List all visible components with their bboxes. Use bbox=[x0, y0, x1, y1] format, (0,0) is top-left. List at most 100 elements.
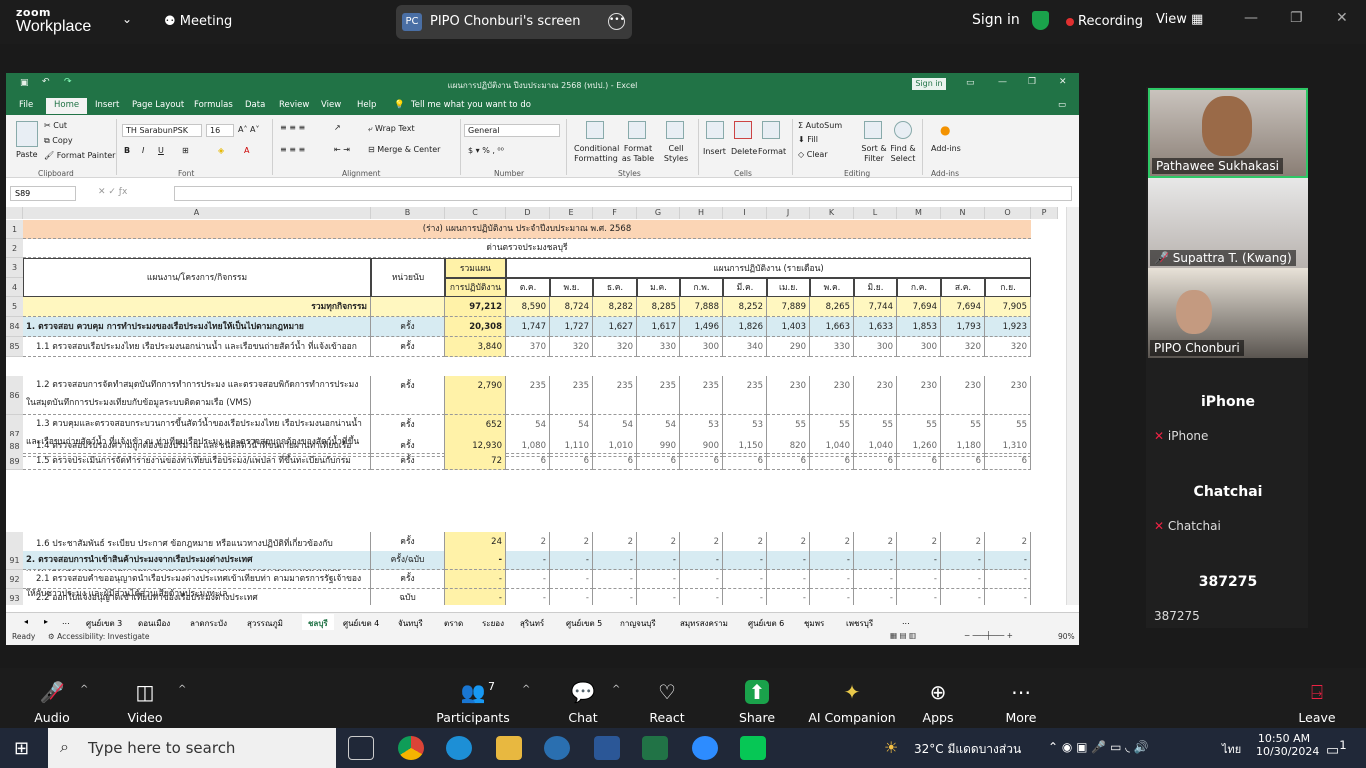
chrome-icon[interactable] bbox=[398, 736, 424, 760]
leave-icon[interactable]: ⍈ bbox=[1272, 680, 1362, 704]
menu-formulas[interactable]: Formulas bbox=[194, 100, 233, 110]
ai-sparkle-icon[interactable]: ✦ bbox=[807, 680, 897, 704]
excel-sign-in-button[interactable]: Sign in bbox=[912, 78, 946, 90]
sheet-tab[interactable]: จันทบุรี bbox=[398, 617, 423, 630]
sheet-tab[interactable]: กาญจนบุรี bbox=[620, 617, 656, 630]
align-left-icons[interactable]: ≡ ≡ ≡ bbox=[280, 145, 305, 154]
sign-in-button[interactable]: Sign in bbox=[972, 12, 1020, 28]
windows-start-icon[interactable]: ⊞ bbox=[14, 738, 29, 759]
chat-button[interactable]: Chat bbox=[538, 710, 628, 725]
column-header[interactable]: G bbox=[637, 207, 680, 219]
row-header[interactable]: 93 bbox=[6, 589, 23, 605]
fill-color-icon[interactable]: ◈ bbox=[218, 146, 224, 155]
row-header[interactable]: 1 bbox=[6, 220, 23, 239]
video-tile-3[interactable]: PIPO Chonburi bbox=[1148, 268, 1308, 358]
excel-close-icon[interactable]: ✕ bbox=[1059, 77, 1067, 87]
conditional-formatting-icon[interactable] bbox=[586, 121, 604, 139]
row-header[interactable]: 86 bbox=[6, 376, 23, 415]
sheet-tab[interactable]: ชุมพร bbox=[804, 617, 824, 630]
sheet-tab-ellipsis[interactable]: ... bbox=[902, 617, 910, 626]
column-header[interactable]: M bbox=[897, 207, 941, 219]
excel-icon[interactable] bbox=[642, 736, 668, 760]
menu-insert[interactable]: Insert bbox=[95, 100, 119, 110]
merge-center-button[interactable]: ⊟ Merge & Center bbox=[368, 145, 440, 154]
sheet-tab[interactable]: เพชรบุรี bbox=[846, 617, 873, 630]
participants-icon[interactable]: 👥 bbox=[428, 680, 518, 704]
column-header[interactable]: D bbox=[506, 207, 550, 219]
copy-button[interactable]: ⧉ Copy bbox=[44, 136, 73, 146]
column-header[interactable]: I bbox=[723, 207, 767, 219]
excel-restore-icon[interactable]: ❐ bbox=[1028, 77, 1036, 87]
row-header[interactable]: 85 bbox=[6, 337, 23, 357]
column-header[interactable]: P bbox=[1031, 207, 1058, 219]
number-format-dropdown[interactable]: General bbox=[464, 124, 560, 137]
language-indicator[interactable]: ไทย bbox=[1222, 740, 1241, 758]
shared-screen-indicator[interactable]: PC PIPO Chonburi's screen ••• bbox=[396, 5, 632, 39]
delete-cells-button[interactable]: Delete bbox=[731, 147, 757, 156]
column-header[interactable]: C bbox=[445, 207, 506, 219]
word-icon[interactable] bbox=[594, 736, 620, 760]
vertical-scrollbar[interactable] bbox=[1066, 207, 1079, 605]
clock[interactable]: 10:50 AM 10/30/2024 bbox=[1256, 732, 1319, 758]
menu-home[interactable]: Home bbox=[46, 98, 88, 114]
row-header[interactable]: 2 bbox=[6, 239, 23, 258]
apps-button[interactable]: Apps bbox=[893, 710, 983, 725]
video-tile-1[interactable]: Pathawee Sukhakasi bbox=[1148, 88, 1308, 178]
meeting-menu[interactable]: ⚉ Meeting bbox=[164, 14, 232, 29]
notification-icon[interactable]: ▭1 bbox=[1326, 738, 1347, 759]
column-header[interactable]: F bbox=[593, 207, 637, 219]
video-caret-icon[interactable]: ^ bbox=[178, 684, 186, 695]
row-header[interactable]: 3 bbox=[6, 258, 23, 278]
line-icon[interactable] bbox=[740, 736, 766, 760]
sheet-tab[interactable]: ระยอง bbox=[482, 617, 504, 630]
borders-icon[interactable]: ⊞ bbox=[182, 146, 189, 155]
find-select-button[interactable]: Find & Select bbox=[888, 144, 918, 164]
more-icon[interactable]: ⋯ bbox=[976, 680, 1066, 704]
sheet-tab[interactable]: ศูนย์เขต 6 bbox=[748, 617, 784, 630]
zoom-icon[interactable] bbox=[692, 736, 718, 760]
share-button[interactable]: Share bbox=[712, 710, 802, 725]
video-tile-2[interactable]: 🎤̸ Supattra T. (Kwang) bbox=[1148, 178, 1308, 268]
tell-me-search[interactable]: Tell me what you want to do bbox=[411, 100, 531, 110]
underline-button[interactable]: U bbox=[158, 146, 164, 155]
sheet-tab[interactable]: ตราด bbox=[444, 617, 463, 630]
insert-cells-button[interactable]: Insert bbox=[703, 147, 726, 156]
spreadsheet-grid[interactable]: A B C D E F G H I J K L M N O P 1 2 3 4 (ร่าง) แผนการปฏิบัติ… bbox=[6, 207, 1079, 605]
recording-label[interactable]: Recording bbox=[1078, 14, 1143, 29]
format-painter-button[interactable]: 🖌 Format Painter bbox=[44, 151, 115, 160]
select-all-corner[interactable] bbox=[6, 207, 23, 219]
sort-filter-button[interactable]: Sort & Filter bbox=[860, 144, 888, 164]
column-header[interactable]: O bbox=[985, 207, 1031, 219]
ai-companion-button[interactable]: AI Companion bbox=[807, 710, 897, 725]
wrap-text-button[interactable]: ⤶ Wrap Text bbox=[368, 124, 415, 134]
video-camera-icon[interactable]: ◫ bbox=[100, 680, 190, 704]
leave-button[interactable]: Leave bbox=[1272, 710, 1362, 725]
delete-cells-icon[interactable] bbox=[734, 121, 752, 139]
sheet-tab[interactable]: ลาดกระบัง bbox=[190, 617, 227, 630]
security-shield-icon[interactable] bbox=[1032, 11, 1049, 30]
sheet-tab[interactable]: ดอนเมือง bbox=[138, 617, 170, 630]
row-header[interactable]: 91 bbox=[6, 551, 23, 570]
sheet-tab[interactable]: สุรินทร์ bbox=[520, 617, 544, 630]
column-header[interactable]: K bbox=[810, 207, 854, 219]
audio-caret-icon[interactable]: ^ bbox=[80, 684, 88, 695]
format-as-table-icon[interactable] bbox=[628, 121, 646, 139]
tray-icons[interactable]: ⌃ ◉ ▣ 🎤 ▭ ◟ 🔊 bbox=[1048, 740, 1149, 754]
find-select-icon[interactable] bbox=[894, 121, 912, 139]
paste-button[interactable]: Paste bbox=[16, 150, 38, 159]
prev-sheet-icon[interactable]: ◂ bbox=[24, 617, 28, 626]
share-icon[interactable]: ⬆ bbox=[712, 680, 802, 704]
sheet-tab[interactable]: ศูนย์เขต 5 bbox=[566, 617, 602, 630]
file-explorer-icon[interactable] bbox=[496, 736, 522, 760]
view-menu[interactable]: View ▦ bbox=[1156, 12, 1203, 27]
cut-button[interactable]: ✂ Cut bbox=[44, 121, 67, 130]
indent-icons[interactable]: ⇤ ⇥ bbox=[334, 145, 350, 154]
close-icon[interactable]: ✕ bbox=[1336, 10, 1348, 26]
formula-input[interactable] bbox=[174, 186, 1072, 201]
chat-caret-icon[interactable]: ^ bbox=[612, 684, 620, 695]
zoom-slider[interactable]: − ───┼─── + bbox=[964, 631, 1013, 640]
minimize-icon[interactable]: — bbox=[1244, 10, 1258, 26]
participants-button[interactable]: Participants bbox=[428, 710, 518, 725]
view-mode-icons[interactable]: ▦ ▤ ▥ bbox=[890, 631, 916, 640]
menu-view[interactable]: View bbox=[321, 100, 341, 110]
